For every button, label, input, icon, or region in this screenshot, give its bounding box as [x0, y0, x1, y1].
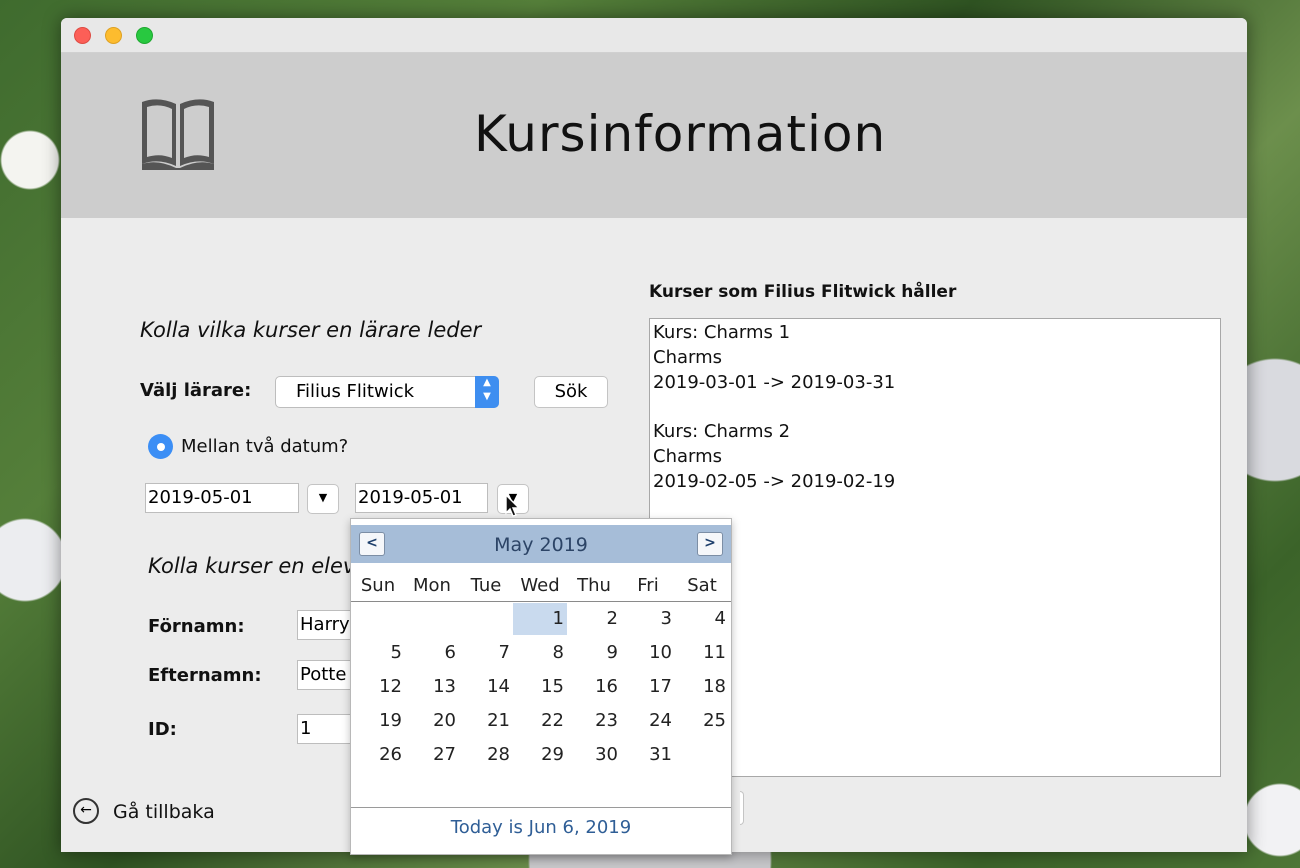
previous-month-button[interactable]: < — [359, 532, 385, 556]
teacher-select-label: Välj lärare: — [140, 380, 252, 401]
calendar-day[interactable]: 15 — [513, 671, 567, 703]
date-to-field[interactable]: 2019-05-01 — [355, 483, 488, 513]
calendar-day[interactable]: 21 — [459, 705, 513, 737]
calendar-footer-divider — [351, 807, 731, 808]
calendar-day[interactable]: 26 — [351, 739, 405, 771]
result-line: Charms — [653, 446, 723, 467]
id-label: ID: — [148, 719, 177, 740]
calendar-day[interactable]: 4 — [675, 603, 729, 635]
results-heading: Kurser som Filius Flitwick håller — [649, 282, 957, 302]
date-picker-popup[interactable]: May 2019 < > Sun Mon Tue Wed Thu Fri Sat… — [350, 518, 732, 855]
lastname-label: Efternamn: — [148, 665, 262, 686]
calendar-day[interactable]: 2 — [567, 603, 621, 635]
search-button[interactable]: Sök — [534, 376, 608, 408]
today-link[interactable]: Today is Jun 6, 2019 — [351, 817, 731, 838]
calendar-day[interactable]: 11 — [675, 637, 729, 669]
calendar-day[interactable]: 23 — [567, 705, 621, 737]
chevron-updown-icon[interactable]: ▲ ▼ — [475, 376, 499, 408]
results-textarea[interactable]: Kurs: Charms 1 Charms 2019-03-01 -> 2019… — [649, 318, 1221, 777]
calendar-day[interactable]: 31 — [621, 739, 675, 771]
weekday-label: Tue — [470, 575, 502, 596]
calendar-day[interactable]: 19 — [351, 705, 405, 737]
firstname-field[interactable]: Harry — [297, 610, 357, 640]
result-line: 2019-02-05 -> 2019-02-19 — [653, 471, 896, 492]
weekday-label: Mon — [413, 575, 451, 596]
result-line: Kurs: Charms 2 — [653, 421, 791, 442]
weekday-label: Wed — [520, 575, 560, 596]
weekday-label: Sun — [360, 575, 396, 596]
result-line: 2019-03-01 -> 2019-03-31 — [653, 372, 896, 393]
calendar-day[interactable]: 27 — [405, 739, 459, 771]
triangle-down-icon: ▼ — [318, 491, 328, 504]
calendar-day[interactable]: 29 — [513, 739, 567, 771]
teacher-section-heading: Kolla vilka kurser en lärare leder — [140, 318, 482, 342]
calendar-day[interactable]: 8 — [513, 637, 567, 669]
teacher-select-value: Filius Flitwick — [296, 381, 415, 402]
calendar-day[interactable]: 10 — [621, 637, 675, 669]
weekday-label: Sat — [687, 575, 717, 596]
calendar-day[interactable]: 1 — [513, 603, 567, 635]
student-section-heading: Kolla kurser en elev — [148, 554, 356, 578]
calendar-day[interactable]: 17 — [621, 671, 675, 703]
minimize-window-button[interactable] — [105, 27, 122, 44]
calendar-day[interactable]: 28 — [459, 739, 513, 771]
weekday-label: Thu — [577, 575, 611, 596]
calendar-day[interactable]: 14 — [459, 671, 513, 703]
calendar-day[interactable]: 13 — [405, 671, 459, 703]
calendar-day[interactable]: 24 — [621, 705, 675, 737]
calendar-day[interactable]: 9 — [567, 637, 621, 669]
calendar-day[interactable]: 16 — [567, 671, 621, 703]
zoom-window-button[interactable] — [136, 27, 153, 44]
next-month-button[interactable]: > — [697, 532, 723, 556]
title-bar — [61, 18, 1247, 53]
partially-hidden-button[interactable] — [740, 791, 744, 825]
radio-selected-icon[interactable] — [148, 434, 173, 459]
calendar-day[interactable]: 30 — [567, 739, 621, 771]
calendar-header: May 2019 < > — [351, 525, 731, 563]
result-line: Charms — [653, 347, 723, 368]
book-icon — [142, 99, 214, 170]
calendar-day[interactable]: 3 — [621, 603, 675, 635]
calendar-month-label: May 2019 — [494, 534, 588, 556]
calendar-day[interactable]: 12 — [351, 671, 405, 703]
id-field[interactable]: 1 — [297, 714, 357, 744]
date-from-field[interactable]: 2019-05-01 — [145, 483, 299, 513]
teacher-select[interactable]: Filius Flitwick ▲ ▼ — [275, 376, 499, 408]
back-button-label: Gå tillbaka — [113, 801, 215, 823]
calendar-day[interactable]: 22 — [513, 705, 567, 737]
close-window-button[interactable] — [74, 27, 91, 44]
calendar-day[interactable]: 18 — [675, 671, 729, 703]
calendar-day[interactable]: 25 — [675, 705, 729, 737]
result-line: Kurs: Charms 1 — [653, 322, 791, 343]
firstname-label: Förnamn: — [148, 616, 245, 637]
page-title: Kursinformation — [474, 105, 887, 163]
weekday-label: Fri — [637, 575, 659, 596]
calendar-day[interactable]: 6 — [405, 637, 459, 669]
date-range-radio-label[interactable]: Mellan två datum? — [181, 436, 348, 457]
lastname-field[interactable]: Potte — [297, 660, 357, 690]
date-from-dropdown-button[interactable]: ▼ — [307, 484, 339, 514]
mouse-pointer-icon — [505, 494, 521, 517]
calendar-day[interactable]: 20 — [405, 705, 459, 737]
calendar-day[interactable]: 7 — [459, 637, 513, 669]
calendar-divider — [351, 601, 731, 602]
arrow-left-circle-icon: ← — [73, 798, 99, 824]
calendar-day[interactable]: 5 — [351, 637, 405, 669]
